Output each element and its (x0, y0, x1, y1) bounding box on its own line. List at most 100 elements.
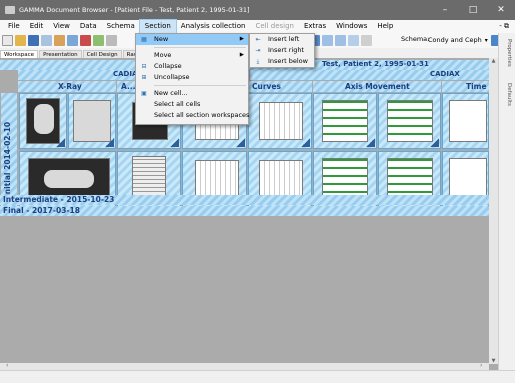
scroll-left-icon[interactable]: ‹ (6, 362, 8, 369)
cell-resize-icon[interactable] (56, 138, 65, 147)
menu-file[interactable]: File (3, 20, 25, 33)
uncollapse-icon: ⊞ (141, 74, 147, 81)
curve-chart-thumbnail (195, 160, 239, 198)
xray-thumbnail (73, 100, 111, 142)
section-header-initial[interactable]: Initial 2014-02-10 (1, 93, 17, 208)
vertical-scrollbar[interactable]: ▲ ▼ (489, 58, 498, 364)
patient-header-text: Test, Patient 2, 1995-01-31 (322, 60, 429, 68)
menu-extras[interactable]: Extras (299, 20, 331, 33)
horizontal-scrollbar[interactable]: ‹ › (0, 362, 489, 370)
window-title: GAMMA Document Browser - [Patient File -… (19, 6, 250, 14)
maximize-button[interactable]: □ (459, 0, 487, 20)
layout-icon[interactable] (322, 35, 333, 46)
cell-resize-icon[interactable] (236, 138, 245, 147)
menu-schema[interactable]: Schema (102, 20, 140, 33)
cell-xray-1[interactable] (19, 93, 67, 149)
new-document-icon[interactable] (2, 35, 13, 46)
submenu-arrow-icon: ▶ (239, 36, 244, 42)
menu-windows[interactable]: Windows (331, 20, 372, 33)
menu-item-move[interactable]: Move ▶ (136, 50, 248, 61)
menu-item-new[interactable]: ▦ New ▶ (136, 34, 248, 45)
menu-item-select-all-cells[interactable]: Select all cells (136, 99, 248, 110)
minimize-button[interactable]: – (431, 0, 459, 20)
schema-label: Schema: (401, 35, 430, 43)
column-header-xray[interactable]: X-Ray (18, 81, 116, 92)
new-submenu: ⇤ Insert left ⇥ Insert right ⤓ Insert be… (249, 33, 315, 68)
new-icon: ▦ (141, 36, 147, 43)
section-label-final: Final - 2017-03-18 (3, 206, 80, 215)
menu-view[interactable]: View (48, 20, 75, 33)
menu-edit[interactable]: Edit (25, 20, 49, 33)
cell-resize-icon[interactable] (105, 138, 114, 147)
menu-item-label: Select all section workspaces (154, 111, 250, 119)
workspace-area[interactable]: Test, Patient 2, 1995-01-31 CADIAS CADIA… (0, 58, 498, 370)
group-header-cadiax[interactable]: CADIAX (250, 70, 498, 80)
cut-icon[interactable] (54, 35, 65, 46)
scroll-right-icon[interactable]: › (480, 362, 482, 369)
cell-time-1[interactable] (442, 93, 489, 149)
menu-item-insert-left[interactable]: ⇤ Insert left (250, 34, 314, 45)
properties-panel-tab[interactable]: Properties (506, 39, 512, 67)
cell-curves-2[interactable] (248, 93, 312, 149)
settings-icon[interactable] (106, 35, 117, 46)
delete-icon[interactable] (80, 35, 91, 46)
column-label-time: Time (466, 82, 487, 91)
skull-image (34, 104, 54, 134)
cell-resize-icon[interactable] (170, 138, 179, 147)
menu-analysis-collection[interactable]: Analysis collection (176, 20, 251, 33)
menu-bar: File Edit View Data Schema Section Analy… (0, 19, 515, 34)
new-cell-icon: ▣ (141, 90, 147, 97)
menu-item-select-all-section-workspaces[interactable]: Select all section workspaces (136, 110, 250, 121)
menu-item-label: Uncollapse (154, 73, 190, 81)
menu-cell-design[interactable]: Cell design (250, 20, 299, 33)
copy-icon[interactable] (67, 35, 78, 46)
cell-axis-movement-2[interactable] (378, 93, 441, 149)
schema-select-value: Condy and Ceph (428, 36, 482, 44)
save-icon[interactable] (28, 35, 39, 46)
cell-xray-2[interactable] (68, 93, 116, 149)
column-label-axis-movement: Axis Movement (345, 82, 410, 91)
menu-item-label: New (154, 35, 169, 43)
mdi-window-controls[interactable]: - ⧉ (499, 22, 515, 31)
menu-item-label: New cell... (154, 89, 188, 97)
curve-chart-thumbnail (259, 160, 303, 198)
scroll-up-icon[interactable]: ▲ (489, 58, 498, 64)
submenu-arrow-icon: ▶ (239, 52, 244, 58)
menu-item-insert-below[interactable]: ⤓ Insert below (250, 56, 314, 67)
section-header-final[interactable]: Final - 2017-03-18 (0, 206, 498, 216)
cell-resize-icon[interactable] (366, 138, 375, 147)
column-label-curves: Curves (252, 82, 281, 91)
menu-section[interactable]: Section (138, 19, 177, 34)
cell-axis-movement-1[interactable] (313, 93, 377, 149)
status-bar (0, 370, 515, 383)
cell-resize-icon[interactable] (430, 138, 439, 147)
menu-item-collapse[interactable]: ⊟ Collapse (136, 61, 248, 72)
axis-chart-thumbnail (322, 158, 368, 200)
chevron-down-icon: ▾ (484, 36, 488, 44)
scroll-down-icon[interactable]: ▼ (489, 358, 498, 364)
defaults-panel-tab[interactable]: Defaults (506, 83, 512, 106)
menu-item-uncollapse[interactable]: ⊞ Uncollapse (136, 72, 248, 83)
menu-item-insert-right[interactable]: ⇥ Insert right (250, 45, 314, 56)
schema-select[interactable]: Condy and Ceph ▾ (428, 35, 488, 45)
columns-icon[interactable] (348, 35, 359, 46)
menu-help[interactable]: Help (372, 20, 398, 33)
collapse-icon: ⊟ (141, 63, 147, 70)
cell-resize-icon[interactable] (301, 138, 310, 147)
open-folder-icon[interactable] (15, 35, 26, 46)
close-button[interactable]: ✕ (487, 0, 515, 20)
axis-chart-thumbnail (387, 100, 433, 142)
column-label-a: A... (121, 82, 136, 91)
menu-item-new-cell[interactable]: ▣ New cell... (136, 88, 248, 99)
chart-icon[interactable] (361, 35, 372, 46)
grid-icon[interactable] (335, 35, 346, 46)
menu-data[interactable]: Data (75, 20, 102, 33)
import-icon[interactable] (93, 35, 104, 46)
axis-chart-thumbnail (322, 100, 368, 142)
print-icon[interactable] (41, 35, 52, 46)
section-label-intermediate: Intermediate - 2015-10-23 (3, 195, 115, 204)
column-header-axis-movement[interactable]: Axis Movement (313, 81, 441, 92)
menu-item-label: Insert right (268, 46, 304, 54)
section-header-intermediate[interactable]: Intermediate - 2015-10-23 (0, 195, 498, 205)
menu-item-label: Collapse (154, 62, 182, 70)
